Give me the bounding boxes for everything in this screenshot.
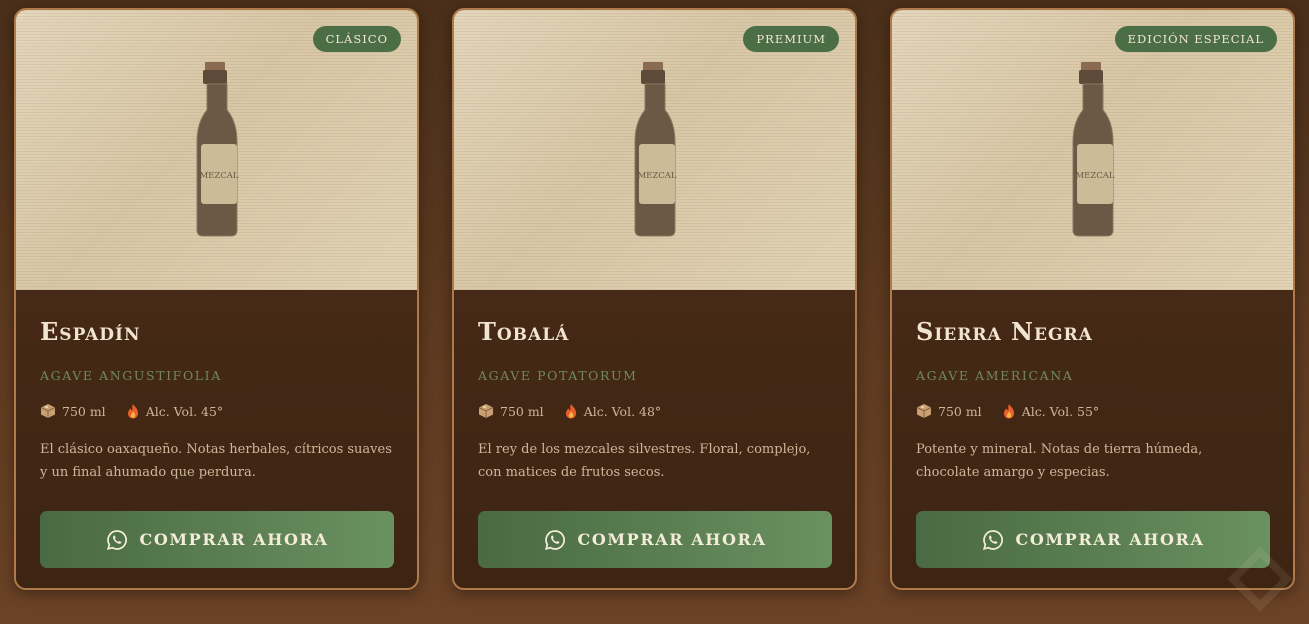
- agave-species: AGAVE POTATORUM: [478, 368, 638, 383]
- product-grid: CLÁSICO MEZCAL Espadín AGAVE ANGUSTIFOLI…: [14, 8, 1295, 590]
- product-image: EDICIÓN ESPECIAL MEZCAL: [892, 10, 1293, 290]
- product-image: PREMIUM MEZCAL: [454, 10, 855, 290]
- product-image: CLÁSICO MEZCAL: [16, 10, 417, 290]
- product-name: Tobalá: [478, 317, 570, 346]
- whatsapp-icon: [106, 529, 127, 550]
- product-description: Potente y mineral. Notas de tierra húmed…: [916, 442, 1203, 480]
- volume-spec: 750 ml: [40, 403, 106, 419]
- box-icon: [916, 404, 932, 418]
- mezcal-bottle-icon: MEZCAL: [634, 62, 676, 237]
- fire-icon: [565, 404, 576, 419]
- buy-now-button[interactable]: COMPRAR AHORA: [916, 511, 1270, 568]
- fire-icon: [127, 404, 138, 419]
- volume-spec: 750 ml: [478, 403, 544, 419]
- svg-text:MEZCAL: MEZCAL: [1075, 171, 1114, 181]
- alcohol-spec: Alc. Vol. 45°: [126, 403, 223, 419]
- whatsapp-icon: [544, 529, 565, 550]
- product-card: EDICIÓN ESPECIAL MEZCAL Sierra Negra AGA…: [890, 8, 1295, 590]
- mezcal-bottle-icon: MEZCAL: [196, 62, 238, 237]
- box-icon: [40, 404, 56, 418]
- watermark-logo-icon: [1227, 546, 1293, 612]
- box-icon: [478, 404, 494, 418]
- product-description: El clásico oaxaqueño. Notas herbales, cí…: [40, 442, 392, 480]
- mezcal-bottle-icon: MEZCAL: [1072, 62, 1114, 237]
- product-description: El rey de los mezcales silvestres. Flora…: [478, 442, 811, 480]
- buy-now-button[interactable]: COMPRAR AHORA: [478, 511, 832, 568]
- agave-species: AGAVE AMERICANA: [916, 368, 1074, 383]
- product-name: Espadín: [40, 317, 141, 346]
- product-card: PREMIUM MEZCAL Tobalá AGAVE POTATORUM 75…: [452, 8, 857, 590]
- category-badge: CLÁSICO: [312, 26, 401, 52]
- svg-text:MEZCAL: MEZCAL: [637, 171, 676, 181]
- category-badge: PREMIUM: [743, 26, 839, 52]
- volume-spec: 750 ml: [916, 403, 982, 419]
- alcohol-spec: Alc. Vol. 55°: [1002, 403, 1099, 419]
- product-card: CLÁSICO MEZCAL Espadín AGAVE ANGUSTIFOLI…: [14, 8, 419, 590]
- fire-icon: [1003, 404, 1014, 419]
- svg-text:MEZCAL: MEZCAL: [199, 171, 238, 181]
- whatsapp-icon: [982, 529, 1003, 550]
- buy-now-button[interactable]: COMPRAR AHORA: [40, 511, 394, 568]
- alcohol-spec: Alc. Vol. 48°: [564, 403, 661, 419]
- category-badge: EDICIÓN ESPECIAL: [1114, 26, 1277, 52]
- agave-species: AGAVE ANGUSTIFOLIA: [40, 368, 222, 383]
- product-name: Sierra Negra: [916, 317, 1093, 346]
